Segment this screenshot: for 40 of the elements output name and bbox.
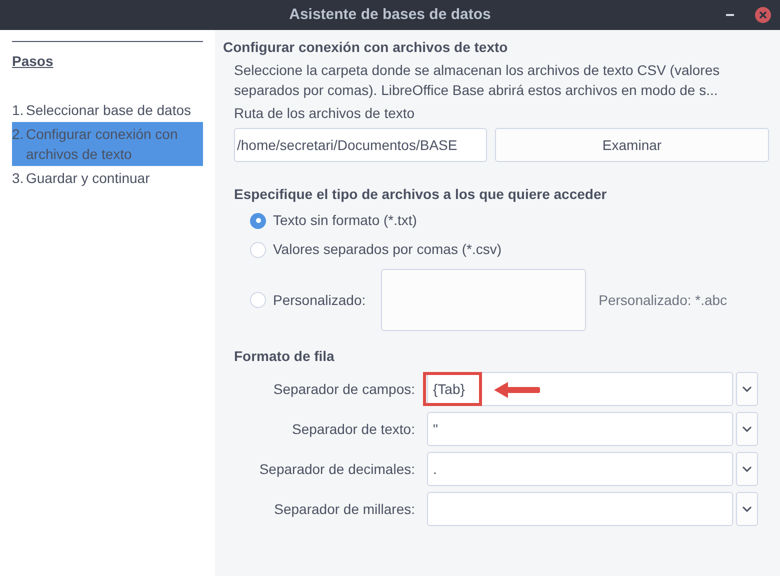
separator-combo-field[interactable]: . [427, 452, 733, 486]
field-value: {Tab} [432, 380, 465, 399]
radio-label[interactable]: Personalizado: [273, 290, 366, 310]
description-text: Seleccione la carpeta donde se almacenan los archivos de texto CSV (valores [234, 61, 721, 80]
chevron-down-icon [742, 426, 752, 432]
chevron-down-icon [742, 386, 752, 392]
dropdown-button[interactable] [736, 372, 758, 406]
radio-label[interactable]: Valores separados por comas (*.csv) [273, 239, 502, 260]
separator-combo-field[interactable]: " [427, 412, 733, 446]
group-heading: Formato de fila [233, 347, 336, 366]
browse-button[interactable]: Examinar [495, 128, 769, 162]
path-field[interactable]: /home/secretari/Documentos/BASE [234, 128, 487, 162]
steps-heading: Pasos [12, 52, 54, 71]
window-title: Asistente de bases de datos [289, 4, 491, 25]
dropdown-button[interactable] [736, 412, 758, 446]
custom-extension-field[interactable] [380, 269, 586, 331]
arrow-icon [494, 382, 540, 398]
field-label: Separador de texto: [291, 420, 415, 439]
field-label: Separador de decimales: [258, 460, 415, 479]
close-icon[interactable] [754, 6, 772, 24]
radio-button[interactable] [250, 242, 266, 258]
step-item[interactable]: 1. Seleccionar base de datos [12, 98, 203, 122]
field-value: " [432, 420, 438, 438]
extension-hint: Personalizado: *.abc [598, 290, 728, 310]
field-label: Ruta de los archivos de texto [233, 104, 416, 123]
step-item[interactable]: 3. Guardar y continuar [12, 166, 203, 190]
section-title: Configurar conexión con archivos de texto [223, 38, 509, 57]
separator-combo-field[interactable] [427, 492, 733, 526]
radio-button[interactable] [250, 212, 266, 228]
group-heading: Especifique el tipo de archivos a los que quiere acceder [233, 185, 608, 204]
field-label: Separador de millares: [273, 500, 415, 519]
radio-button[interactable] [250, 292, 266, 308]
chevron-down-icon [742, 506, 752, 512]
dropdown-button[interactable] [736, 452, 758, 486]
field-value: . [432, 460, 437, 478]
description-text: separados por comas). LibreOffice Base abrirá estos archivos en modo de s... [234, 81, 719, 100]
chevron-down-icon [742, 466, 752, 472]
dropdown-button[interactable] [736, 492, 758, 526]
radio-label[interactable]: Texto sin formato (*.txt) [273, 210, 417, 231]
field-label: Separador de campos: [272, 380, 415, 399]
